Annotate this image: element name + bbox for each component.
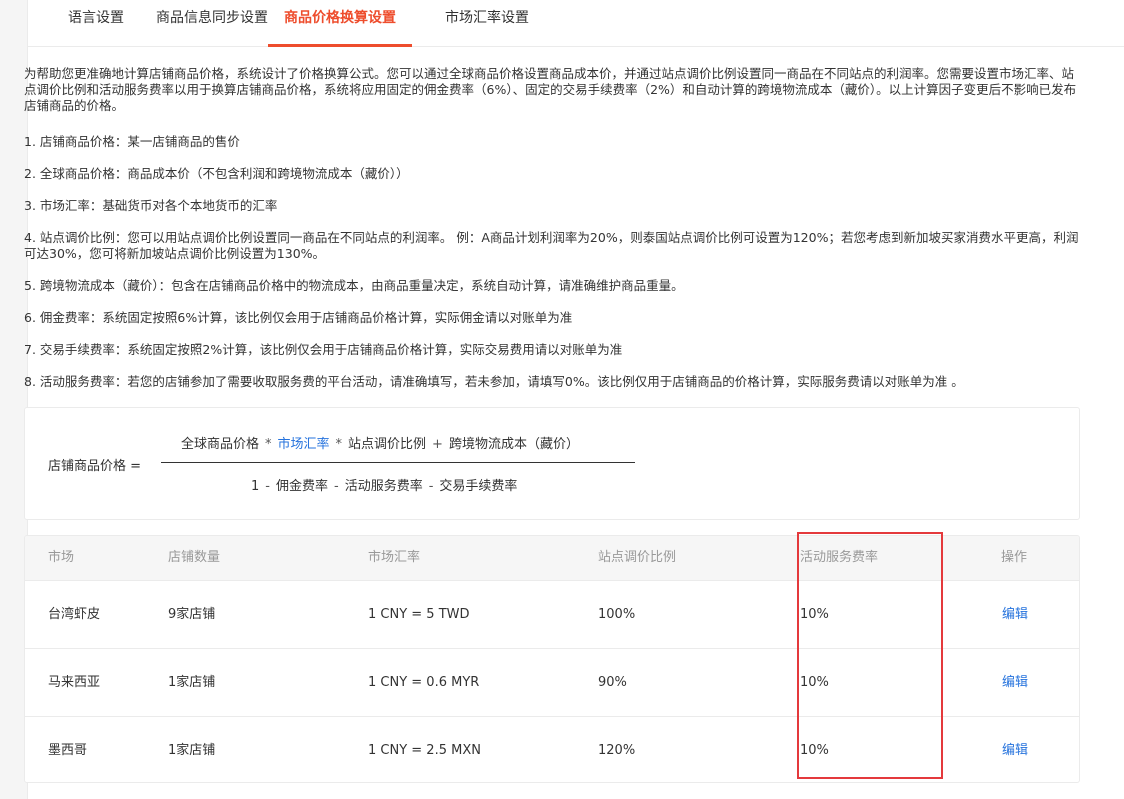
tab-exchange-rate[interactable]: 市场汇率设置 <box>445 0 529 46</box>
formula-numerator: 全球商品价格 * 市场汇率 * 站点调价比例 + 跨境物流成本（藏价） <box>181 433 579 452</box>
tab-language[interactable]: 语言设置 <box>68 0 124 46</box>
header-action: 操作 <box>1001 550 1028 565</box>
rule-4: 4. 站点调价比例：您可以用站点调价比例设置同一商品在不同站点的利润率。 例：A… <box>24 230 1079 261</box>
formula-operator: + <box>432 437 443 452</box>
formula-term: 佣金费率 <box>275 479 328 494</box>
cell-shops: 9家店铺 <box>168 607 216 622</box>
formula-term-exchange-rate[interactable]: 市场汇率 <box>278 437 330 452</box>
formula-term: 1 <box>251 479 260 494</box>
rule-1: 1. 店铺商品价格：某一店铺商品的售价 <box>24 134 240 149</box>
formula-term: 跨境物流成本（藏价） <box>448 437 579 452</box>
formula-left: 店铺商品价格 = <box>48 459 142 474</box>
tab-price-conversion[interactable]: 商品价格换算设置 <box>268 0 412 47</box>
cell-market: 台湾虾皮 <box>48 607 101 622</box>
header-adjust: 站点调价比例 <box>598 550 677 565</box>
header-shops: 店铺数量 <box>168 550 221 565</box>
cell-adjust: 120% <box>598 743 636 758</box>
description: 为帮助您更准确地计算店铺商品价格，系统设计了价格换算公式。您可以通过全球商品价格… <box>24 66 1079 389</box>
fraction-line <box>161 462 635 463</box>
fee-column-highlight <box>797 532 943 779</box>
settings-tabs: 语言设置 商品信息同步设置 商品价格换算设置 市场汇率设置 <box>28 0 1124 47</box>
formula-operator: * <box>265 437 272 452</box>
cell-shops: 1家店铺 <box>168 743 216 758</box>
rule-5: 5. 跨境物流成本（藏价）：包含在店铺商品价格中的物流成本，由商品重量决定，系统… <box>24 278 684 293</box>
cell-adjust: 100% <box>598 607 636 622</box>
cell-shops: 1家店铺 <box>168 675 216 690</box>
rule-2: 2. 全球商品价格：商品成本价（不包含利润和跨境物流成本（藏价）） <box>24 166 409 181</box>
cell-rate: 1 CNY = 2.5 MXN <box>368 743 481 758</box>
tab-label: 语言设置 <box>68 10 124 26</box>
formula-term: 活动服务费率 <box>344 479 423 494</box>
formula-term: 交易手续费率 <box>439 479 518 494</box>
edit-button[interactable]: 编辑 <box>1002 649 1028 716</box>
formula-operator: - <box>428 479 434 494</box>
header-rate: 市场汇率 <box>368 550 421 565</box>
cell-rate: 1 CNY = 5 TWD <box>368 607 470 622</box>
cell-market: 马来西亚 <box>48 675 101 690</box>
formula-term: 全球商品价格 <box>181 437 260 452</box>
edit-button[interactable]: 编辑 <box>1002 581 1028 648</box>
formula-operator: * <box>335 437 343 452</box>
active-tab-indicator <box>268 44 412 47</box>
price-formula: 店铺商品价格 = 全球商品价格 * 市场汇率 * 站点调价比例 + 跨境物流成本（藏价） 1… <box>24 407 1080 520</box>
rule-6: 6. 佣金费率：系统固定按照6%计算，该比例仅会用于店铺商品价格计算，实际佣金请… <box>24 310 573 325</box>
rule-3: 3. 市场汇率：基础货币对各个本地货币的汇率 <box>24 198 278 213</box>
header-market: 市场 <box>48 550 75 565</box>
rule-7: 7. 交易手续费率：系统固定按照2%计算，该比例仅会用于店铺商品价格计算，实际交… <box>24 342 623 357</box>
intro-text: 为帮助您更准确地计算店铺商品价格，系统设计了价格换算公式。您可以通过全球商品价格… <box>24 66 1077 113</box>
formula-operator: - <box>265 479 270 494</box>
edit-button[interactable]: 编辑 <box>1002 717 1028 782</box>
formula-term: 站点调价比例 <box>348 437 427 452</box>
cell-market: 墨西哥 <box>48 743 88 758</box>
cell-rate: 1 CNY = 0.6 MYR <box>368 675 480 690</box>
tab-label: 商品价格换算设置 <box>284 10 396 26</box>
tab-label: 商品信息同步设置 <box>156 10 268 26</box>
formula-denominator: 1- 佣金费率 - 活动服务费率 - 交易手续费率 <box>251 475 517 494</box>
rule-8: 8. 活动服务费率：若您的店铺参加了需要收取服务费的平台活动，请准确填写，若未参… <box>24 374 964 389</box>
tab-product-sync[interactable]: 商品信息同步设置 <box>156 0 268 46</box>
tab-label: 市场汇率设置 <box>445 10 529 26</box>
cell-adjust: 90% <box>598 675 627 690</box>
formula-operator: - <box>334 479 339 494</box>
